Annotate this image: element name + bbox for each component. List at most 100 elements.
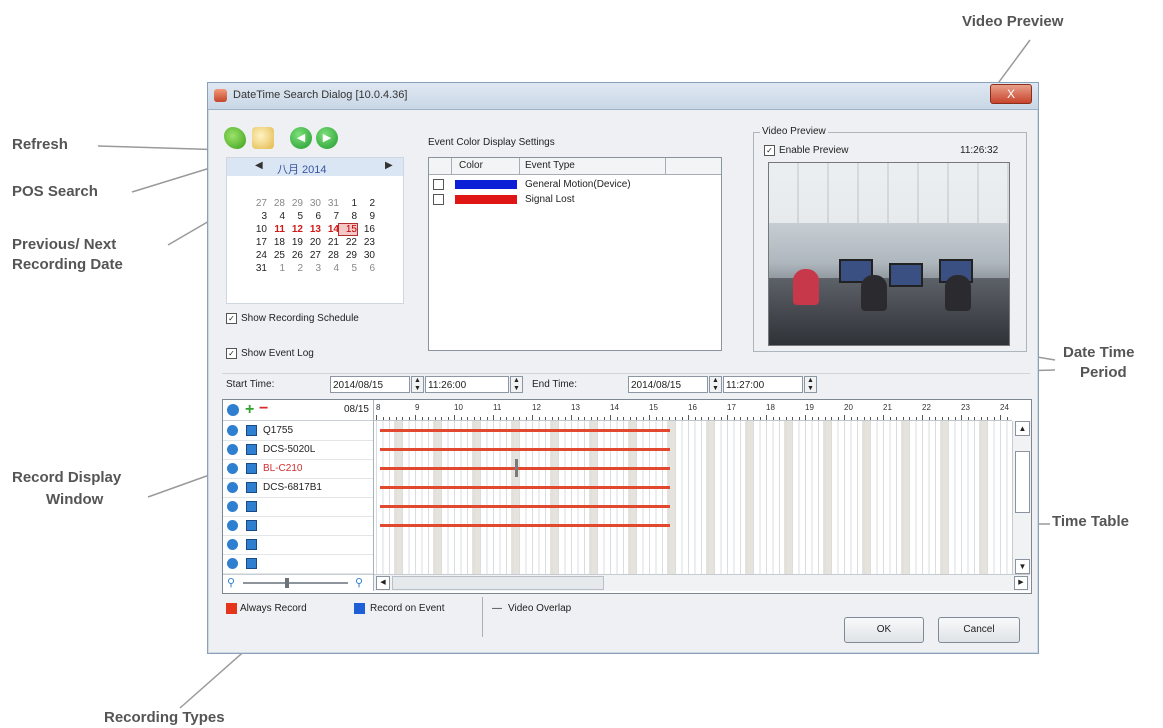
ok-button[interactable]: OK bbox=[844, 617, 924, 643]
calendar-day[interactable]: 25 bbox=[267, 250, 285, 261]
checkbox-checked-icon[interactable]: ✓ bbox=[226, 348, 237, 359]
camera-row[interactable] bbox=[223, 554, 373, 574]
camera-row[interactable]: DCS-6817B1 bbox=[223, 478, 373, 498]
camera-row[interactable]: BL-C210 bbox=[223, 459, 373, 479]
end-time-field[interactable]: 11:27:00 bbox=[723, 376, 803, 393]
calendar-day[interactable]: 29 bbox=[339, 250, 357, 261]
calendar-day[interactable]: 28 bbox=[321, 250, 339, 261]
scroll-thumb[interactable] bbox=[392, 576, 604, 590]
calendar-day[interactable]: 10 bbox=[249, 224, 267, 235]
end-date-field[interactable]: 2014/08/15 bbox=[628, 376, 708, 393]
camera-expand-icon[interactable] bbox=[227, 539, 238, 550]
always-record-bar[interactable] bbox=[380, 505, 670, 508]
camera-expand-icon[interactable] bbox=[227, 425, 238, 436]
calendar-day[interactable]: 1 bbox=[267, 263, 285, 274]
calendar-day[interactable]: 23 bbox=[357, 237, 375, 248]
calendar-day[interactable]: 26 bbox=[285, 250, 303, 261]
always-record-bar[interactable] bbox=[380, 524, 670, 527]
calendar-day[interactable]: 13 bbox=[303, 224, 321, 235]
calendar-day[interactable]: 15 bbox=[338, 223, 358, 236]
always-record-bar[interactable] bbox=[380, 467, 670, 470]
calendar-day[interactable]: 22 bbox=[339, 237, 357, 248]
calendar-day[interactable]: 2 bbox=[357, 198, 375, 209]
calendar-day[interactable]: 16 bbox=[357, 224, 375, 235]
start-time-spinner[interactable]: ▲ ▼ bbox=[510, 376, 523, 393]
camera-expand-icon[interactable] bbox=[227, 501, 238, 512]
add-icon[interactable]: + bbox=[245, 401, 254, 419]
scroll-left-icon[interactable]: ◀ bbox=[376, 576, 390, 590]
previous-date-icon[interactable]: ◀ bbox=[290, 127, 312, 149]
close-button[interactable]: X bbox=[990, 84, 1032, 104]
calendar-day[interactable]: 20 bbox=[303, 237, 321, 248]
always-record-bar[interactable] bbox=[380, 486, 670, 489]
next-date-icon[interactable]: ▶ bbox=[316, 127, 338, 149]
zoom-slider[interactable]: ⚲ ⚲ bbox=[223, 574, 373, 591]
enable-preview-checkbox[interactable]: ✓ Enable Preview bbox=[764, 145, 848, 156]
cancel-button[interactable]: Cancel bbox=[938, 617, 1020, 643]
time-table-grid[interactable] bbox=[376, 421, 1012, 574]
calendar-day[interactable]: 4 bbox=[321, 263, 339, 274]
calendar-day[interactable]: 18 bbox=[267, 237, 285, 248]
camera-expand-icon[interactable] bbox=[227, 520, 238, 531]
event-checkbox[interactable] bbox=[433, 194, 444, 205]
refresh-icon[interactable] bbox=[224, 127, 246, 149]
show-recording-schedule-checkbox[interactable]: ✓ Show Recording Schedule bbox=[226, 313, 359, 324]
calendar-day[interactable]: 3 bbox=[249, 211, 267, 222]
calendar-day[interactable]: 1 bbox=[339, 198, 357, 209]
start-date-spinner[interactable]: ▲ ▼ bbox=[411, 376, 424, 393]
scroll-right-icon[interactable]: ▶ bbox=[1014, 576, 1028, 590]
event-row-signal-lost[interactable]: Signal Lost bbox=[433, 194, 574, 206]
pos-search-icon[interactable] bbox=[252, 127, 274, 149]
camera-expand-icon[interactable] bbox=[227, 482, 238, 493]
calendar-day[interactable]: 7 bbox=[321, 211, 339, 222]
calendar-day[interactable]: 28 bbox=[267, 198, 285, 209]
calendar-day[interactable]: 5 bbox=[339, 263, 357, 274]
calendar-day[interactable]: 6 bbox=[357, 263, 375, 274]
calendar-day[interactable]: 21 bbox=[321, 237, 339, 248]
expand-all-icon[interactable] bbox=[227, 404, 239, 416]
scroll-thumb[interactable] bbox=[1015, 451, 1030, 513]
calendar-day[interactable]: 4 bbox=[267, 211, 285, 222]
event-color-swatch[interactable] bbox=[455, 180, 517, 189]
checkbox-checked-icon[interactable]: ✓ bbox=[226, 313, 237, 324]
calendar-day[interactable]: 2 bbox=[285, 263, 303, 274]
calendar-day[interactable]: 24 bbox=[249, 250, 267, 261]
camera-row[interactable] bbox=[223, 516, 373, 536]
scroll-up-icon[interactable]: ▲ bbox=[1015, 421, 1030, 436]
always-record-bar[interactable] bbox=[380, 448, 670, 451]
calendar-day[interactable]: 30 bbox=[303, 198, 321, 209]
calendar-day[interactable]: 5 bbox=[285, 211, 303, 222]
time-table[interactable]: 8 9 10 11 12 13 14 15 16 17 18 19 20 21 22 23 24 bbox=[374, 400, 1012, 591]
zoom-out-icon[interactable]: ⚲ bbox=[227, 576, 235, 589]
vertical-scrollbar[interactable]: ▲ ▼ bbox=[1012, 421, 1031, 574]
start-time-field[interactable]: 11:26:00 bbox=[425, 376, 509, 393]
camera-row[interactable] bbox=[223, 535, 373, 555]
horizontal-scrollbar[interactable]: ◀ ▶ bbox=[374, 574, 1030, 591]
zoom-track[interactable] bbox=[243, 582, 348, 584]
calendar-day[interactable]: 29 bbox=[285, 198, 303, 209]
calendar-day[interactable]: 9 bbox=[357, 211, 375, 222]
camera-row[interactable] bbox=[223, 497, 373, 517]
camera-expand-icon[interactable] bbox=[227, 463, 238, 474]
scroll-down-icon[interactable]: ▼ bbox=[1015, 559, 1030, 574]
calendar-day[interactable]: 31 bbox=[249, 263, 267, 274]
start-date-field[interactable]: 2014/08/15 bbox=[330, 376, 410, 393]
calendar-day[interactable]: 12 bbox=[285, 224, 303, 235]
calendar-day[interactable]: 3 bbox=[303, 263, 321, 274]
time-cursor[interactable] bbox=[515, 459, 518, 477]
end-time-spinner[interactable]: ▲ ▼ bbox=[804, 376, 817, 393]
end-date-spinner[interactable]: ▲ ▼ bbox=[709, 376, 722, 393]
calendar-next-month-icon[interactable]: ▶ bbox=[385, 160, 393, 171]
remove-icon[interactable]: − bbox=[259, 400, 268, 418]
zoom-in-icon[interactable]: ⚲ bbox=[355, 576, 363, 589]
camera-row[interactable]: Q1755 bbox=[223, 421, 373, 441]
calendar-day[interactable]: 19 bbox=[285, 237, 303, 248]
camera-expand-icon[interactable] bbox=[227, 444, 238, 455]
calendar-day[interactable]: 30 bbox=[357, 250, 375, 261]
calendar-day[interactable]: 11 bbox=[267, 224, 285, 235]
event-checkbox[interactable] bbox=[433, 179, 444, 190]
always-record-bar[interactable] bbox=[380, 429, 670, 432]
calendar-day[interactable]: 14 bbox=[321, 224, 339, 235]
calendar-day[interactable]: 27 bbox=[249, 198, 267, 209]
event-row-motion[interactable]: General Motion(Device) bbox=[433, 179, 631, 191]
